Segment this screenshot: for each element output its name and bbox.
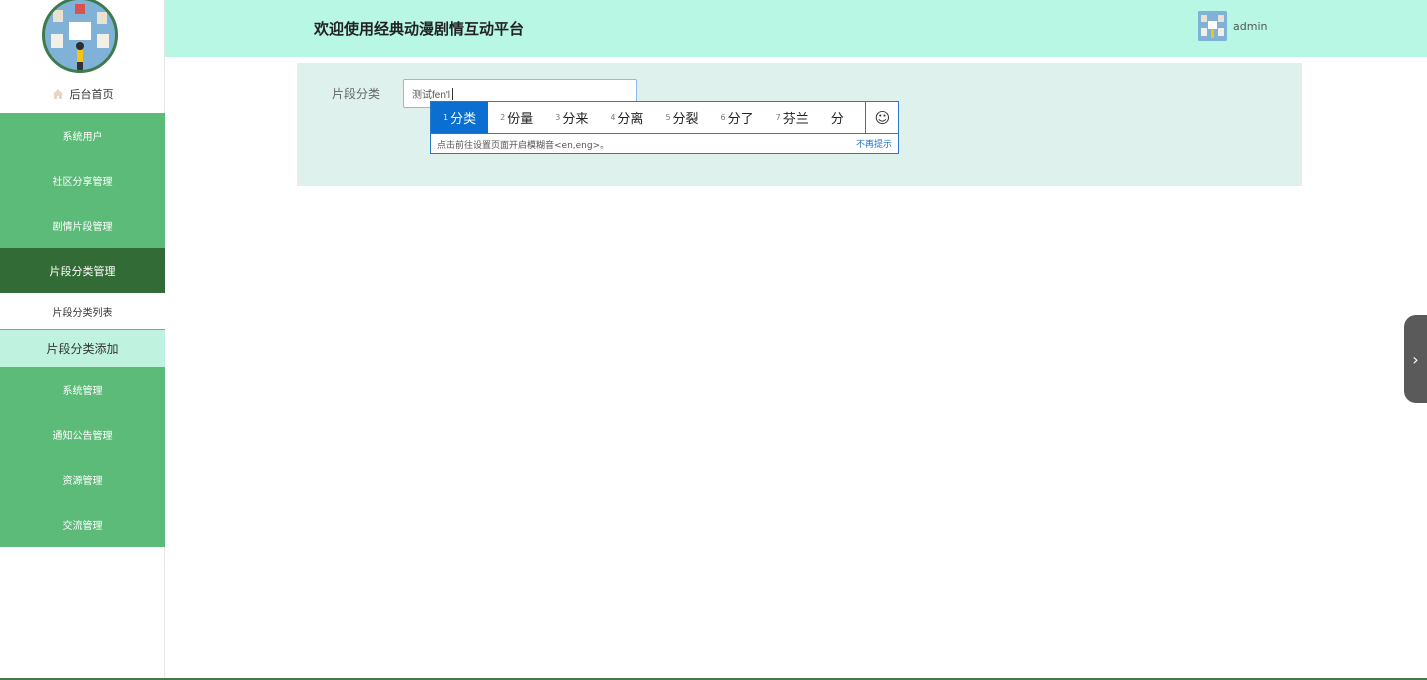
ime-candidate-number: 5 [665, 113, 671, 122]
sidebar-item-communication[interactable]: 交流管理 [0, 502, 165, 547]
ime-dismiss-link[interactable]: 不再提示 [856, 137, 892, 150]
ime-candidate-number: 7 [775, 113, 781, 122]
ime-hint-text[interactable]: 点击前往设置页面开启模糊音<en,eng>。 [431, 133, 898, 154]
chevron-right-icon: › [1412, 349, 1419, 369]
sidebar-item-notices[interactable]: 通知公告管理 [0, 412, 165, 457]
sidebar-item-label: 社区分享管理 [52, 177, 113, 188]
ime-candidate[interactable]: 3 分来 [543, 102, 598, 133]
sidebar-item-label: 通知公告管理 [52, 431, 113, 442]
logo-avatar [42, 0, 118, 73]
username: admin [1233, 19, 1268, 33]
sidebar-menu: 系统用户 社区分享管理 剧情片段管理 片段分类管理 片段分类列表 片段分类添加 … [0, 113, 165, 547]
ime-candidate-text: 芬兰 [782, 112, 809, 127]
ime-candidate-text: 分类 [450, 112, 477, 127]
ime-candidate-text: 分 [830, 112, 844, 127]
sidebar-home-label: 后台首页 [69, 88, 114, 101]
ime-candidate-window: 1 分类 2 份量 3 分来 4 分离 5 分裂 6 分了 7 芬兰 分 ☺ 点… [430, 101, 899, 154]
sidebar-item-label: 交流管理 [62, 521, 103, 532]
sidebar-item-community-share[interactable]: 社区分享管理 [0, 158, 165, 203]
ime-candidate-number: 2 [500, 113, 506, 122]
ime-candidate[interactable]: 4 分离 [598, 102, 653, 133]
ime-candidate[interactable]: 分 [819, 102, 854, 133]
submenu-item-category-add[interactable]: 片段分类添加 [0, 330, 165, 367]
sidebar-item-label: 资源管理 [62, 476, 103, 487]
user-menu[interactable]: admin [1198, 11, 1267, 41]
submenu-item-category-list[interactable]: 片段分类列表 [0, 293, 165, 330]
drawer-toggle-button[interactable]: › [1404, 315, 1427, 403]
submenu-item-label: 片段分类列表 [52, 307, 113, 319]
text-cursor [452, 87, 454, 100]
sidebar-item-label: 系统用户 [62, 132, 103, 143]
sidebar-item-plot-clips[interactable]: 剧情片段管理 [0, 203, 165, 248]
sidebar-item-label: 片段分类管理 [49, 264, 116, 278]
category-label: 片段分类 [332, 87, 381, 101]
app-root: 后台首页 系统用户 社区分享管理 剧情片段管理 片段分类管理 片段分类列表 片段… [0, 0, 1427, 680]
ime-candidate-text: 份量 [507, 112, 534, 127]
avatar [1198, 11, 1227, 41]
ime-candidate-text: 分来 [562, 112, 589, 127]
page-title: 欢迎使用经典动漫剧情互动平台 [314, 20, 525, 38]
sidebar-item-resources[interactable]: 资源管理 [0, 457, 165, 502]
ime-candidate-text: 分离 [617, 112, 644, 127]
ime-candidate-text: 分裂 [672, 112, 699, 127]
category-input-value: 测试fen'l [412, 90, 451, 101]
ime-candidate[interactable]: 6 分了 [709, 102, 764, 133]
sidebar-item-system-management[interactable]: 系统管理 [0, 367, 165, 412]
emoji-icon[interactable]: ☺ [865, 102, 899, 133]
ime-candidate-text: 分了 [727, 112, 754, 127]
ime-candidate-number: 3 [555, 113, 561, 122]
sidebar-item-label: 剧情片段管理 [52, 222, 113, 233]
ime-candidate[interactable]: 7 芬兰 [764, 102, 819, 133]
ime-candidate-number: 6 [720, 113, 726, 122]
ime-candidate[interactable]: 1 分类 [431, 102, 489, 133]
sidebar-item-clip-categories[interactable]: 片段分类管理 [0, 248, 165, 293]
ime-candidate-row: 1 分类 2 份量 3 分来 4 分离 5 分裂 6 分了 7 芬兰 分 [431, 102, 865, 133]
sidebar-home-link[interactable]: 后台首页 [0, 84, 165, 104]
sidebar: 后台首页 系统用户 社区分享管理 剧情片段管理 片段分类管理 片段分类列表 片段… [0, 0, 165, 680]
submenu-item-label: 片段分类添加 [46, 342, 119, 356]
sidebar-item-label: 系统管理 [62, 386, 103, 397]
ime-candidate-number: 1 [443, 113, 449, 122]
sidebar-item-system-users[interactable]: 系统用户 [0, 113, 165, 158]
ime-candidate[interactable]: 5 分裂 [653, 102, 708, 133]
ime-candidate[interactable]: 2 份量 [488, 102, 543, 133]
top-header: 欢迎使用经典动漫剧情互动平台 admin [165, 0, 1427, 57]
home-icon [52, 88, 64, 100]
ime-candidate-number: 4 [610, 113, 616, 122]
